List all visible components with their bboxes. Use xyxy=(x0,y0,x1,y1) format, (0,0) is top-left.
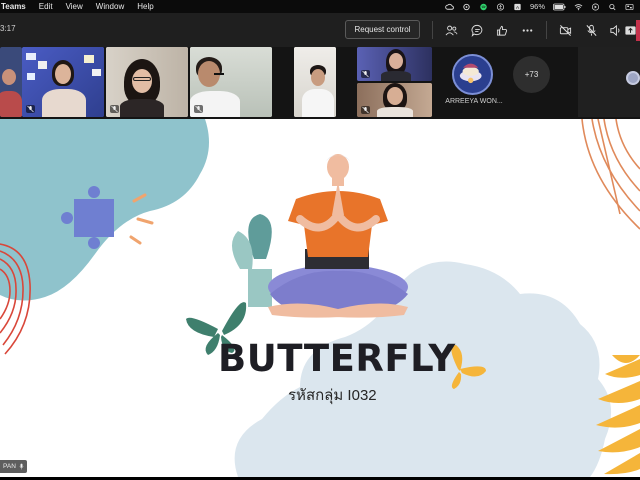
reactions-button[interactable] xyxy=(494,22,510,38)
participant-video xyxy=(92,69,101,76)
mic-off-icon xyxy=(111,105,118,113)
participant-video xyxy=(389,53,403,69)
app-menu-teams[interactable]: Teams xyxy=(1,2,26,11)
request-control-button[interactable]: Request control xyxy=(345,20,420,39)
participant-video xyxy=(214,73,224,75)
menu-bar: Teams Edit View Window Help A 96% xyxy=(0,0,640,13)
slide-artwork xyxy=(0,119,640,477)
participant-tile[interactable] xyxy=(0,47,22,117)
participant-video xyxy=(38,61,47,69)
mic-off-icon xyxy=(585,24,597,36)
wifi-icon[interactable] xyxy=(574,3,583,11)
people-button[interactable] xyxy=(443,22,459,38)
decor-curves xyxy=(581,119,640,230)
accessibility-icon[interactable] xyxy=(496,2,505,11)
participant-video xyxy=(381,71,411,81)
mic-icon xyxy=(19,463,24,470)
mic-status xyxy=(26,105,35,113)
text-input-icon[interactable]: A xyxy=(513,3,522,11)
creative-cloud-icon[interactable] xyxy=(445,3,454,11)
meeting-timer: 3:17 xyxy=(0,24,16,33)
avatar-name: ARREEYA WON... xyxy=(445,98,503,105)
participant-video xyxy=(55,64,71,84)
meeting-toolbar: 3:17 Request control xyxy=(0,13,640,47)
participant-strip: ARREEYA WON... +73 xyxy=(0,47,640,119)
meditating-person-illustration xyxy=(268,154,408,318)
presenter-name: PAN xyxy=(3,463,16,470)
participant-video xyxy=(42,89,86,117)
participant-video xyxy=(311,69,325,86)
camera-off-icon xyxy=(559,24,571,36)
chat-button[interactable] xyxy=(469,22,485,38)
participant-video xyxy=(2,69,16,85)
mic-off-icon xyxy=(362,106,369,114)
menu-edit[interactable]: Edit xyxy=(39,2,53,11)
speaker-icon xyxy=(609,24,619,36)
avatar[interactable] xyxy=(452,54,493,95)
plant-illustration xyxy=(231,214,272,307)
participant-tile[interactable] xyxy=(190,47,272,117)
battery-percent: 96% xyxy=(529,2,545,11)
spotify-icon[interactable] xyxy=(479,3,488,11)
participant-video xyxy=(626,71,640,85)
menu-window[interactable]: Window xyxy=(96,2,124,11)
mic-status xyxy=(361,70,370,78)
participant-video xyxy=(190,91,240,117)
sync-icon[interactable] xyxy=(462,3,471,11)
slide-subtitle: รหัสกลุ่ม I032 xyxy=(288,387,377,404)
more-options-button[interactable] xyxy=(519,22,535,38)
participant-video xyxy=(387,87,403,105)
menu-view[interactable]: View xyxy=(66,2,83,11)
participant-video xyxy=(26,53,36,60)
toolbar-divider xyxy=(432,21,433,39)
participant-video xyxy=(133,77,151,81)
search-icon[interactable] xyxy=(608,3,617,11)
play-icon[interactable] xyxy=(591,2,600,11)
participant-tile[interactable] xyxy=(106,47,188,117)
display-icon[interactable] xyxy=(625,3,634,11)
participant-tile[interactable] xyxy=(294,47,336,117)
toolbar-divider xyxy=(546,21,547,39)
participant-video xyxy=(132,69,152,93)
participant-video xyxy=(84,55,94,63)
camera-toggle-button[interactable] xyxy=(557,22,573,38)
mic-off-icon xyxy=(195,105,202,113)
participant-video xyxy=(27,73,35,80)
slide-title: BUTTERFLY xyxy=(218,337,456,380)
participant-tile[interactable] xyxy=(357,47,432,81)
people-icon xyxy=(445,25,457,35)
participant-tile[interactable] xyxy=(578,47,640,117)
share-icon xyxy=(624,25,636,35)
shared-screen: BUTTERFLY รหัสกลุ่ม I032 PAN xyxy=(0,119,640,477)
more-participants-button[interactable]: +73 xyxy=(513,56,550,93)
participant-video xyxy=(120,99,164,117)
participant-video xyxy=(0,91,22,117)
mic-status xyxy=(361,106,370,114)
presenter-label: PAN xyxy=(0,460,27,473)
participant-video xyxy=(377,107,413,117)
mic-status xyxy=(194,105,203,113)
mic-off-icon xyxy=(362,70,369,78)
speaker-button[interactable] xyxy=(607,22,623,38)
menu-help[interactable]: Help xyxy=(137,2,153,11)
leave-button[interactable] xyxy=(636,20,640,41)
mic-status xyxy=(110,105,119,113)
battery-icon[interactable] xyxy=(553,3,566,11)
mic-off-icon xyxy=(27,105,34,113)
participant-tile[interactable] xyxy=(22,47,104,117)
more-icon xyxy=(522,28,532,32)
reactions-icon xyxy=(496,25,507,36)
participant-tile[interactable] xyxy=(357,83,432,117)
participant-video xyxy=(302,89,334,117)
chat-icon xyxy=(471,24,482,37)
mic-toggle-button[interactable] xyxy=(583,22,599,38)
avatar-image xyxy=(454,56,488,90)
